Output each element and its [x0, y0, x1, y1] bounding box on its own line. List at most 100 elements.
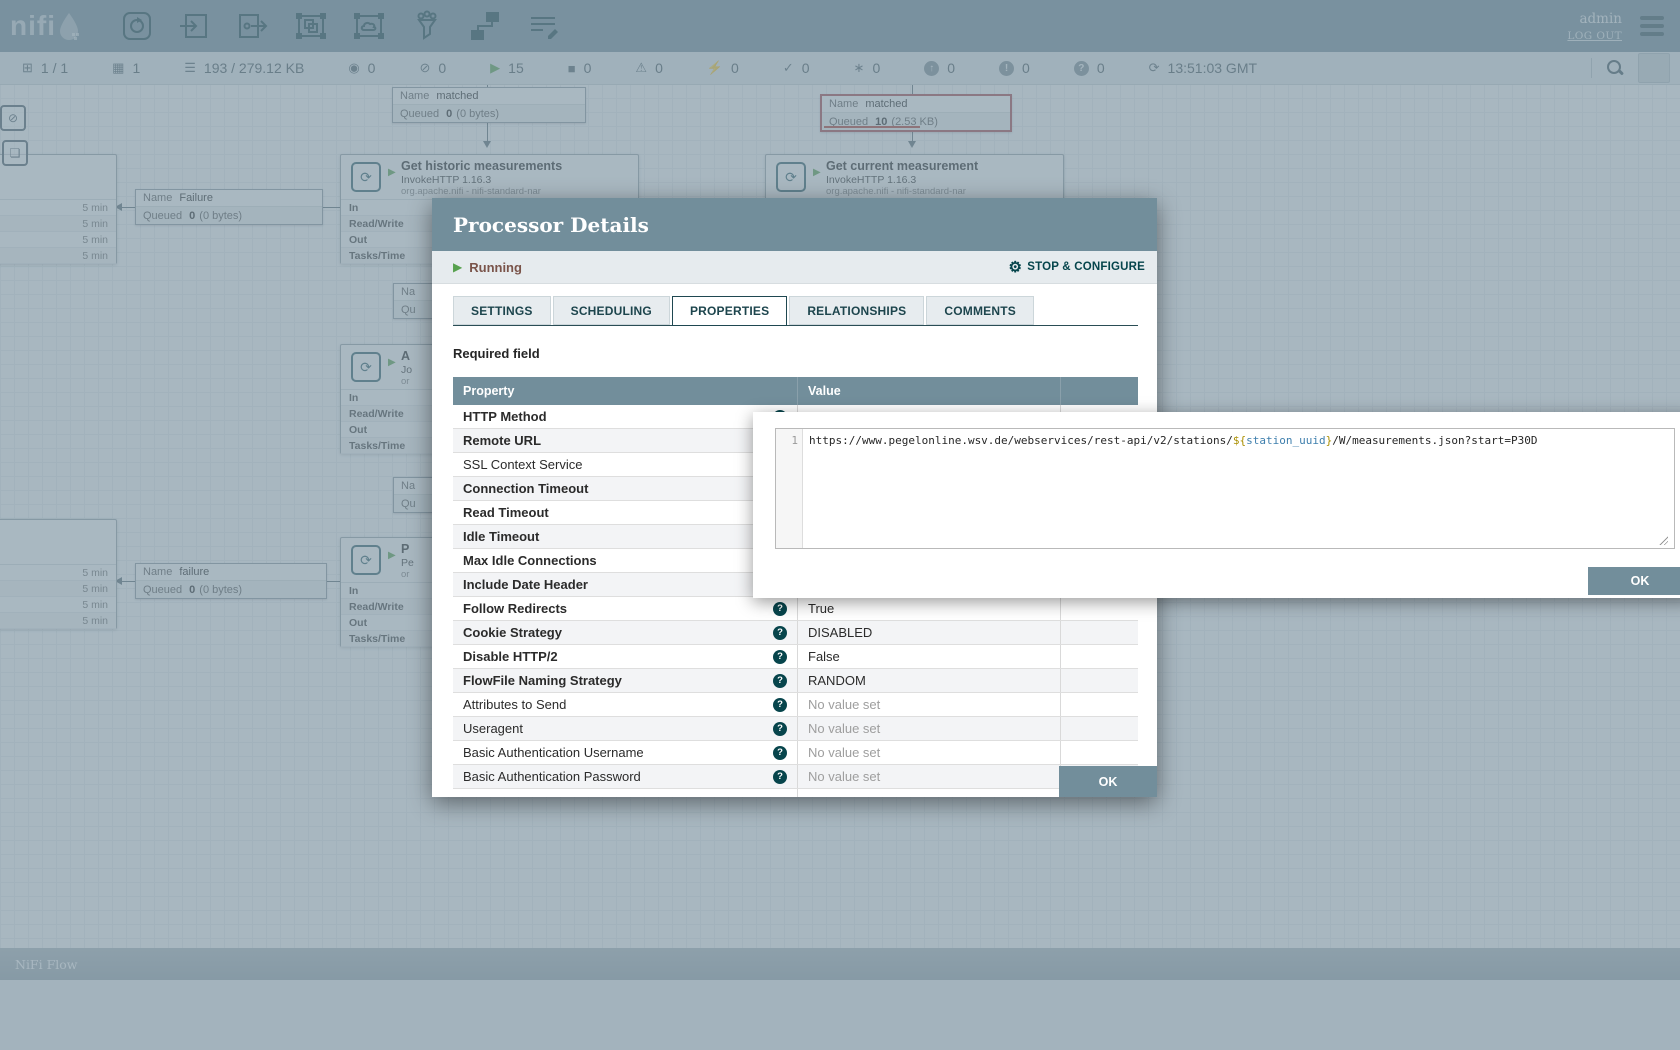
tab-scheduling[interactable]: SCHEDULING [553, 296, 670, 325]
property-name: Remote URL [463, 433, 541, 448]
property-row[interactable]: Disable HTTP/2? False [453, 645, 1138, 669]
property-value: DISABLED [808, 625, 872, 640]
dialog-ok-button[interactable]: OK [1059, 766, 1157, 797]
property-name: Disable HTTP/2 [463, 649, 558, 664]
property-row[interactable]: Cookie Strategy? DISABLED [453, 621, 1138, 645]
property-value-cell[interactable] [797, 789, 1060, 797]
property-row[interactable]: Basic Authentication Username? No value s… [453, 741, 1138, 765]
property-extra-cell [1060, 693, 1138, 716]
property-name-cell: Follow Redirects? [453, 597, 797, 620]
property-name: Useragent [463, 721, 523, 736]
help-icon[interactable]: ? [773, 626, 787, 640]
property-value: True [808, 601, 834, 616]
property-row[interactable]: Useragent? No value set [453, 717, 1138, 741]
property-name-cell: Include Date Header? [453, 573, 797, 596]
url-segment: station_uuid [1246, 434, 1325, 447]
help-icon[interactable]: ? [773, 770, 787, 784]
property-value-editor: 1 https://www.pegelonline.wsv.de/webserv… [753, 412, 1680, 598]
property-name: Attributes to Send [463, 697, 566, 712]
help-icon[interactable]: ? [773, 650, 787, 664]
property-value: No value set [808, 745, 880, 760]
property-name-cell: Disable HTTP/2? [453, 645, 797, 668]
property-name-cell: Basic Authentication Username? [453, 741, 797, 764]
property-name: Basic Authentication Password [463, 769, 641, 784]
property-name: Follow Redirects [463, 601, 567, 616]
nifi-application: NamematchedQueued0(0 bytes)NamematchedQu… [0, 0, 1680, 1050]
tab-settings[interactable]: SETTINGS [453, 296, 551, 325]
property-name: Connection Timeout [463, 481, 588, 496]
property-value-cell[interactable]: No value set [797, 765, 1060, 788]
property-name: FlowFile Naming Strategy [463, 673, 622, 688]
stop-and-configure-label: STOP & CONFIGURE [1027, 261, 1145, 273]
help-icon[interactable]: ? [773, 698, 787, 712]
tab-relationships[interactable]: RELATIONSHIPS [789, 296, 924, 325]
column-header-property: Property [453, 377, 797, 405]
property-value-cell[interactable]: False [797, 645, 1060, 668]
property-extra-cell [1060, 645, 1138, 668]
property-value-cell[interactable]: RANDOM [797, 669, 1060, 692]
property-name-cell: Idle Timeout? [453, 525, 797, 548]
value-content: https://www.pegelonline.wsv.de/webservic… [803, 429, 1538, 548]
property-extra-cell [1060, 717, 1138, 740]
help-icon[interactable]: ? [773, 722, 787, 736]
property-name-cell: Connection Timeout? [453, 477, 797, 500]
property-value: No value set [808, 721, 880, 736]
property-name: Idle Timeout [463, 529, 539, 544]
property-value: False [808, 649, 840, 664]
property-name: Read Timeout [463, 505, 549, 520]
dialog-tabs: SETTINGSSCHEDULINGPROPERTIESRELATIONSHIP… [453, 296, 1138, 326]
dialog-header: Processor Details [432, 198, 1157, 251]
column-header-value: Value [797, 377, 1060, 405]
gear-icon: ⚙ [1009, 258, 1023, 276]
tab-properties[interactable]: PROPERTIES [672, 296, 787, 326]
property-value-cell[interactable]: DISABLED [797, 621, 1060, 644]
property-name-cell: HTTP Method? [453, 405, 797, 428]
property-extra-cell [1060, 741, 1138, 764]
property-name: Max Idle Connections [463, 553, 597, 568]
stop-and-configure-button[interactable]: ⚙ STOP & CONFIGURE [1009, 258, 1145, 276]
property-value-cell[interactable]: True [797, 597, 1060, 620]
property-name: Include Date Header [463, 577, 588, 592]
property-row[interactable]: Basic Authentication Password? No value s… [453, 765, 1138, 789]
property-name-cell: Read Timeout? [453, 501, 797, 524]
table-header: Property Value [453, 377, 1138, 405]
property-name: Cookie Strategy [463, 625, 562, 640]
help-icon[interactable]: ? [773, 746, 787, 760]
editor-ok-button[interactable]: OK [1588, 567, 1680, 595]
help-icon[interactable]: ? [773, 674, 787, 688]
tab-comments[interactable]: COMMENTS [926, 296, 1034, 325]
property-value-cell[interactable]: No value set [797, 717, 1060, 740]
required-field-note: Required field [453, 346, 540, 361]
dialog-status-row: ▶ Running ⚙ STOP & CONFIGURE [432, 251, 1157, 284]
property-name-cell: Cookie Strategy? [453, 621, 797, 644]
property-value: RANDOM [808, 673, 866, 688]
property-name-cell: SSL Context Service? [453, 453, 797, 476]
property-value: No value set [808, 769, 880, 784]
property-name: HTTP Method [463, 409, 547, 424]
value-textarea[interactable]: 1 https://www.pegelonline.wsv.de/webserv… [775, 428, 1675, 549]
column-header-extra [1060, 377, 1138, 405]
url-segment: ${ [1233, 434, 1246, 447]
property-value: No value set [808, 697, 880, 712]
property-name-cell: Remote URL? [453, 429, 797, 452]
property-value-cell[interactable]: No value set [797, 741, 1060, 764]
property-extra-cell [1060, 597, 1138, 620]
property-name-cell: Basic Authentication Password? [453, 765, 797, 788]
url-segment: /W/measurements.json?start=P30D [1332, 434, 1537, 447]
running-status-icon: ▶ [453, 260, 462, 274]
dialog-title: Processor Details [453, 213, 649, 237]
property-row[interactable]: FlowFile Naming Strategy? RANDOM [453, 669, 1138, 693]
property-name: SSL Context Service [463, 457, 582, 472]
property-name-cell: Attributes to Send? [453, 693, 797, 716]
line-number: 1 [776, 429, 803, 548]
property-row[interactable]: Attributes to Send? No value set [453, 693, 1138, 717]
property-row[interactable]: Follow Redirects? True [453, 597, 1138, 621]
property-row[interactable] [453, 789, 1138, 797]
property-value-cell[interactable]: No value set [797, 693, 1060, 716]
url-segment: https://www.pegelonline.wsv.de/webservic… [809, 434, 1233, 447]
help-icon[interactable]: ? [773, 602, 787, 616]
property-name-cell: FlowFile Naming Strategy? [453, 669, 797, 692]
property-name: Basic Authentication Username [463, 745, 644, 760]
property-extra-cell [1060, 669, 1138, 692]
property-extra-cell [1060, 621, 1138, 644]
